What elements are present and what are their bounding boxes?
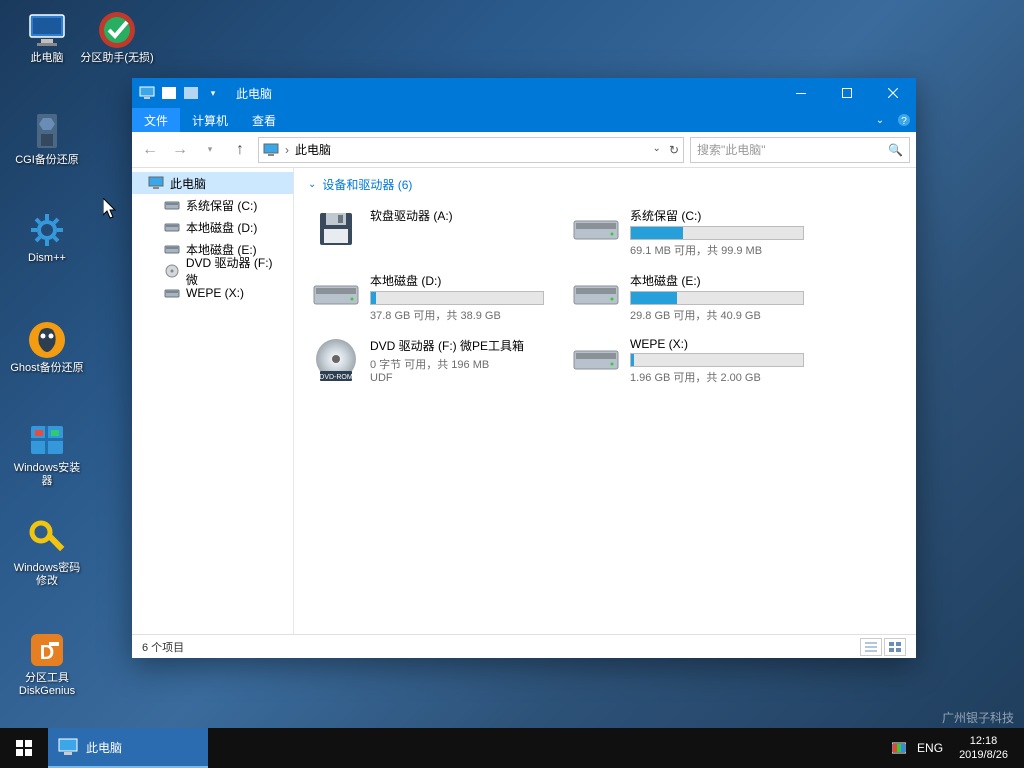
svg-text:?: ? bbox=[901, 116, 907, 127]
titlebar[interactable]: ▾ 此电脑 bbox=[132, 78, 916, 108]
tree-item[interactable]: 本地磁盘 (D:) bbox=[132, 216, 293, 238]
pc-icon bbox=[148, 175, 164, 191]
nav-back-button[interactable]: ← bbox=[138, 138, 162, 162]
search-input[interactable]: 搜索"此电脑" 🔍 bbox=[690, 137, 910, 163]
usage-bar bbox=[370, 291, 544, 305]
svg-text:DVD-ROM: DVD-ROM bbox=[319, 374, 353, 381]
hdd-icon bbox=[164, 241, 180, 257]
search-placeholder: 搜索"此电脑" bbox=[697, 141, 766, 158]
dvd-icon: DVD-ROM bbox=[312, 337, 360, 381]
hdd-icon bbox=[572, 337, 620, 381]
dismpp-icon bbox=[27, 210, 67, 250]
window-title: 此电脑 bbox=[236, 85, 778, 102]
this-pc-icon bbox=[27, 10, 67, 50]
tree-item[interactable]: DVD 驱动器 (F:) 微 bbox=[132, 260, 293, 282]
floppy-icon bbox=[312, 207, 360, 251]
partition-assistant-icon bbox=[97, 10, 137, 50]
minimize-button[interactable] bbox=[778, 78, 824, 108]
usage-bar bbox=[630, 226, 804, 240]
desktop-icon-this-pc[interactable]: 此电脑 bbox=[10, 10, 84, 65]
tray-icon[interactable] bbox=[891, 740, 907, 756]
ribbon-tab-computer[interactable]: 计算机 bbox=[180, 108, 240, 132]
usage-bar bbox=[630, 353, 804, 367]
windows-password-icon bbox=[27, 520, 67, 560]
hdd-icon bbox=[164, 197, 180, 213]
desktop-icon-dismpp[interactable]: Dism++ bbox=[10, 210, 84, 265]
windows-installer-icon bbox=[27, 420, 67, 460]
view-details-button[interactable] bbox=[860, 638, 882, 656]
help-icon[interactable]: ? bbox=[892, 108, 916, 132]
nav-up-button[interactable]: ↑ bbox=[228, 138, 252, 162]
desktop-icon-ghost-backup[interactable]: Ghost备份还原 bbox=[10, 320, 84, 375]
ghost-backup-icon bbox=[27, 320, 67, 360]
drive-item[interactable]: DVD-ROMDVD 驱动器 (F:) 微PE工具箱0 字节 可用，共 196 … bbox=[308, 333, 548, 389]
chevron-down-icon: ⌄ bbox=[308, 179, 316, 190]
hdd-icon bbox=[164, 285, 180, 301]
close-button[interactable] bbox=[870, 78, 916, 108]
desktop-icon-diskgenius[interactable]: D分区工具DiskGenius bbox=[10, 630, 84, 698]
drive-item[interactable]: 系统保留 (C:)69.1 MB 可用，共 99.9 MB bbox=[568, 203, 808, 262]
ribbon-tab-file[interactable]: 文件 bbox=[132, 108, 180, 132]
desktop-icon-windows-password[interactable]: Windows密码修改 bbox=[10, 520, 84, 588]
search-icon[interactable]: 🔍 bbox=[888, 143, 903, 157]
breadcrumb-chevron-icon[interactable]: › bbox=[285, 143, 289, 157]
drive-item[interactable]: 软盘驱动器 (A:) bbox=[308, 203, 548, 262]
view-tiles-button[interactable] bbox=[884, 638, 906, 656]
dvd-icon bbox=[164, 263, 180, 279]
address-bar: ← → ▾ ↑ › 此电脑 ⌄ ↻ 搜索"此电脑" 🔍 bbox=[132, 132, 916, 168]
taskbar: 此电脑 ENG 12:18 2019/8/26 bbox=[0, 728, 1024, 768]
tree-item[interactable]: 系统保留 (C:) bbox=[132, 194, 293, 216]
watermark: 广州银子科技 bbox=[942, 709, 1014, 726]
nav-forward-button[interactable]: → bbox=[168, 138, 192, 162]
status-bar: 6 个项目 bbox=[132, 634, 916, 658]
nav-tree: 此电脑系统保留 (C:)本地磁盘 (D:)本地磁盘 (E:)DVD 驱动器 (F… bbox=[132, 168, 294, 634]
ime-indicator[interactable]: ENG bbox=[917, 741, 943, 755]
status-text: 6 个项目 bbox=[142, 639, 184, 655]
address-dropdown-icon[interactable]: ⌄ bbox=[653, 143, 661, 157]
start-button[interactable] bbox=[0, 728, 48, 768]
tree-item[interactable]: 此电脑 bbox=[132, 172, 293, 194]
hdd-icon bbox=[572, 207, 620, 251]
group-header[interactable]: ⌄ 设备和驱动器 (6) bbox=[308, 176, 902, 193]
desktop-icon-windows-installer[interactable]: Windows安装器 bbox=[10, 420, 84, 488]
desktop-icon-partition-assistant[interactable]: 分区助手(无损) bbox=[80, 10, 154, 65]
drive-item[interactable]: 本地磁盘 (D:)37.8 GB 可用，共 38.9 GB bbox=[308, 268, 548, 327]
explorer-window: ▾ 此电脑 文件 计算机 查看 ⌄ ? ← → ▾ ↑ › 此电脑 ⌄ ↻ bbox=[132, 78, 916, 658]
folder-icon[interactable] bbox=[160, 84, 178, 102]
content-area: ⌄ 设备和驱动器 (6) 软盘驱动器 (A:) 系统保留 (C:)69.1 MB … bbox=[294, 168, 916, 634]
refresh-icon[interactable]: ↻ bbox=[669, 143, 679, 157]
properties-icon[interactable] bbox=[182, 84, 200, 102]
ribbon-tab-view[interactable]: 查看 bbox=[240, 108, 288, 132]
maximize-button[interactable] bbox=[824, 78, 870, 108]
drive-item[interactable]: 本地磁盘 (E:)29.8 GB 可用，共 40.9 GB bbox=[568, 268, 808, 327]
expand-ribbon-icon[interactable]: ⌄ bbox=[868, 108, 892, 132]
breadcrumb-item[interactable]: 此电脑 bbox=[295, 141, 331, 158]
nav-history-icon[interactable]: ▾ bbox=[198, 138, 222, 162]
dropdown-icon[interactable]: ▾ bbox=[204, 84, 222, 102]
drive-item[interactable]: WEPE (X:)1.96 GB 可用，共 2.00 GB bbox=[568, 333, 808, 389]
ribbon: 文件 计算机 查看 ⌄ ? bbox=[132, 108, 916, 132]
taskbar-app-thispc[interactable]: 此电脑 bbox=[48, 728, 208, 768]
diskgenius-icon: D bbox=[27, 630, 67, 670]
cgi-backup-icon bbox=[27, 112, 67, 152]
desktop-icon-cgi-backup[interactable]: CGI备份还原 bbox=[10, 112, 84, 167]
pc-icon bbox=[138, 84, 156, 102]
hdd-icon bbox=[572, 272, 620, 316]
pc-icon bbox=[263, 143, 279, 157]
address-field[interactable]: › 此电脑 ⌄ ↻ bbox=[258, 137, 684, 163]
hdd-icon bbox=[312, 272, 360, 316]
system-tray: ENG 12:18 2019/8/26 bbox=[881, 728, 1024, 768]
taskbar-clock[interactable]: 12:18 2019/8/26 bbox=[953, 734, 1014, 763]
usage-bar bbox=[630, 291, 804, 305]
hdd-icon bbox=[164, 219, 180, 235]
